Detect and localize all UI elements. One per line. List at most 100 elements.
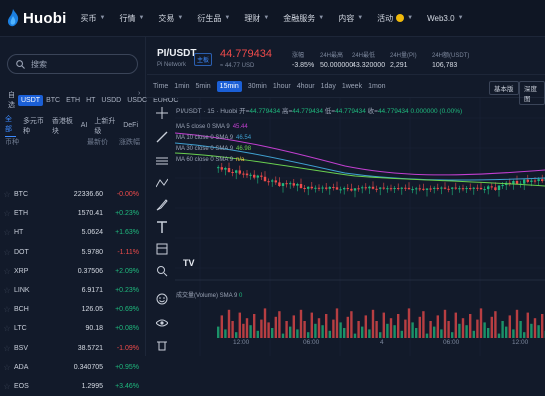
quote-tab-2[interactable]: BTC: [43, 95, 63, 106]
candle-body: [221, 167, 223, 169]
coin-row[interactable]: ☆BSV38.5721-1.09%: [0, 339, 146, 358]
star-icon[interactable]: ☆: [0, 286, 14, 295]
volume-bar: [408, 308, 410, 338]
category-tab-4[interactable]: 上新升级: [94, 116, 116, 136]
candle-body: [231, 172, 233, 173]
coin-row[interactable]: ☆LINK6.9171+0.23%: [0, 281, 146, 300]
coin-row[interactable]: ☆EOS1.2995+3.46%: [0, 377, 146, 396]
emoji-tool[interactable]: [150, 288, 174, 310]
timeframe-3[interactable]: 15min: [217, 81, 242, 92]
volume-bar: [339, 322, 341, 338]
candle-body: [429, 189, 431, 190]
timeframe-1[interactable]: 1min: [174, 83, 189, 90]
category-tab-2[interactable]: 香港板块: [52, 116, 74, 136]
star-icon[interactable]: ☆: [0, 363, 14, 372]
change-column-header[interactable]: 涨跌幅: [108, 137, 140, 147]
category-tab-5[interactable]: DeFi: [123, 122, 138, 129]
eye-tool[interactable]: [150, 312, 174, 334]
search-input[interactable]: 搜索: [7, 54, 138, 74]
measure-tool[interactable]: [150, 238, 174, 260]
nav-item-8[interactable]: Web3.0▼: [427, 14, 463, 23]
nav-item-7[interactable]: 活动▼: [377, 13, 413, 24]
star-icon[interactable]: ☆: [0, 190, 14, 199]
coin-row[interactable]: ☆ADA0.340705+0.95%: [0, 358, 146, 377]
coin-row[interactable]: ☆BTC22336.60-0.00%: [0, 185, 146, 204]
nav-item-1[interactable]: 行情▼: [119, 13, 144, 24]
nav-item-2[interactable]: 交易▼: [158, 13, 183, 24]
candle-body: [451, 188, 453, 189]
candle-body: [498, 186, 500, 191]
timeframe-4[interactable]: 30min: [248, 83, 267, 90]
volume-bar: [440, 329, 442, 338]
volume-bar: [455, 313, 457, 338]
quote-tab-1[interactable]: USDT: [18, 95, 43, 106]
high-value: 44.779434: [292, 108, 323, 115]
timeframe-9[interactable]: 1mon: [368, 83, 386, 90]
star-icon[interactable]: ☆: [0, 267, 14, 276]
chevron-right-icon[interactable]: ›: [138, 90, 140, 97]
candle-body: [267, 181, 269, 182]
horizontal-line-tool[interactable]: [150, 150, 174, 172]
volume-bar: [476, 320, 478, 338]
crosshair-tool[interactable]: [150, 102, 174, 124]
coin-row[interactable]: ☆DOT5.9780-1.11%: [0, 243, 146, 262]
star-icon[interactable]: ☆: [0, 248, 14, 257]
category-tab-3[interactable]: AI: [81, 122, 88, 129]
trendline-tool[interactable]: [150, 126, 174, 148]
text-tool[interactable]: [150, 216, 174, 238]
star-icon[interactable]: ☆: [0, 228, 14, 237]
timeframe-5[interactable]: 1hour: [273, 83, 291, 90]
nav-item-4[interactable]: 理财▼: [244, 13, 269, 24]
basic-version-button[interactable]: 基本版: [489, 81, 519, 95]
volume-bar: [347, 317, 349, 338]
coin-row[interactable]: ☆HT5.0624+1.63%: [0, 223, 146, 242]
coin-row[interactable]: ☆XRP0.37506+2.09%: [0, 262, 146, 281]
coin-row[interactable]: ☆LTC90.18+0.08%: [0, 319, 146, 338]
stat-label: 涨幅: [292, 50, 304, 59]
coin-row[interactable]: ☆ETH1570.41+0.23%: [0, 204, 146, 223]
open-value: 44.779434: [249, 108, 280, 115]
timeframe-8[interactable]: 1week: [342, 83, 362, 90]
price-column-header[interactable]: 最新价: [53, 137, 108, 147]
quote-tab-0[interactable]: 自选: [5, 88, 18, 112]
star-icon[interactable]: ☆: [0, 324, 14, 333]
volume-bar: [519, 321, 521, 338]
star-icon[interactable]: ☆: [0, 209, 14, 218]
zoom-icon: [156, 265, 168, 277]
ma-value: 46.54: [236, 135, 251, 141]
coin-change: +3.46%: [103, 383, 139, 390]
volume-bar: [527, 313, 529, 338]
nav-item-0[interactable]: 买币▼: [81, 13, 106, 24]
huobi-logo[interactable]: Huobi: [6, 9, 67, 27]
crosshair-icon: [156, 107, 168, 119]
nav-item-3[interactable]: 衍生品▼: [197, 13, 230, 24]
quote-tab-3[interactable]: ETH: [63, 95, 83, 106]
volume-bar: [444, 310, 446, 338]
quote-tab-4[interactable]: HT: [83, 95, 98, 106]
coin-row[interactable]: ☆BCH126.05+0.69%: [0, 300, 146, 319]
timeframe-2[interactable]: 5min: [195, 83, 210, 90]
chevron-down-icon: ▼: [263, 15, 269, 21]
pair-name[interactable]: PI/USDT: [157, 48, 196, 59]
category-tab-0[interactable]: 全部: [5, 114, 16, 137]
coin-column-header[interactable]: 币种: [5, 137, 53, 147]
timeframe-tabs: Time 1min 5min 15min 30min 1hour 4hour 1day 1wee…: [147, 81, 386, 92]
candle-body: [242, 174, 244, 175]
timeframe-6[interactable]: 4hour: [297, 83, 315, 90]
volume-bar: [411, 322, 413, 338]
nav-item-6[interactable]: 内容▼: [338, 13, 363, 24]
zoom-tool[interactable]: [150, 260, 174, 282]
timeframe-7[interactable]: 1day: [321, 83, 336, 90]
quote-tab-5[interactable]: USDD: [98, 95, 124, 106]
star-icon[interactable]: ☆: [0, 344, 14, 353]
pattern-tool[interactable]: [150, 172, 174, 194]
star-icon[interactable]: ☆: [0, 382, 14, 391]
candle-body: [354, 188, 356, 190]
nav-item-5[interactable]: 金融服务▼: [283, 13, 324, 24]
timeframe-0[interactable]: Time: [153, 83, 168, 90]
delete-tool[interactable]: [150, 334, 174, 356]
brush-tool[interactable]: [150, 194, 174, 216]
category-tab-1[interactable]: 多元币种: [23, 116, 45, 136]
coin-symbol: BCH: [14, 306, 52, 313]
star-icon[interactable]: ☆: [0, 305, 14, 314]
